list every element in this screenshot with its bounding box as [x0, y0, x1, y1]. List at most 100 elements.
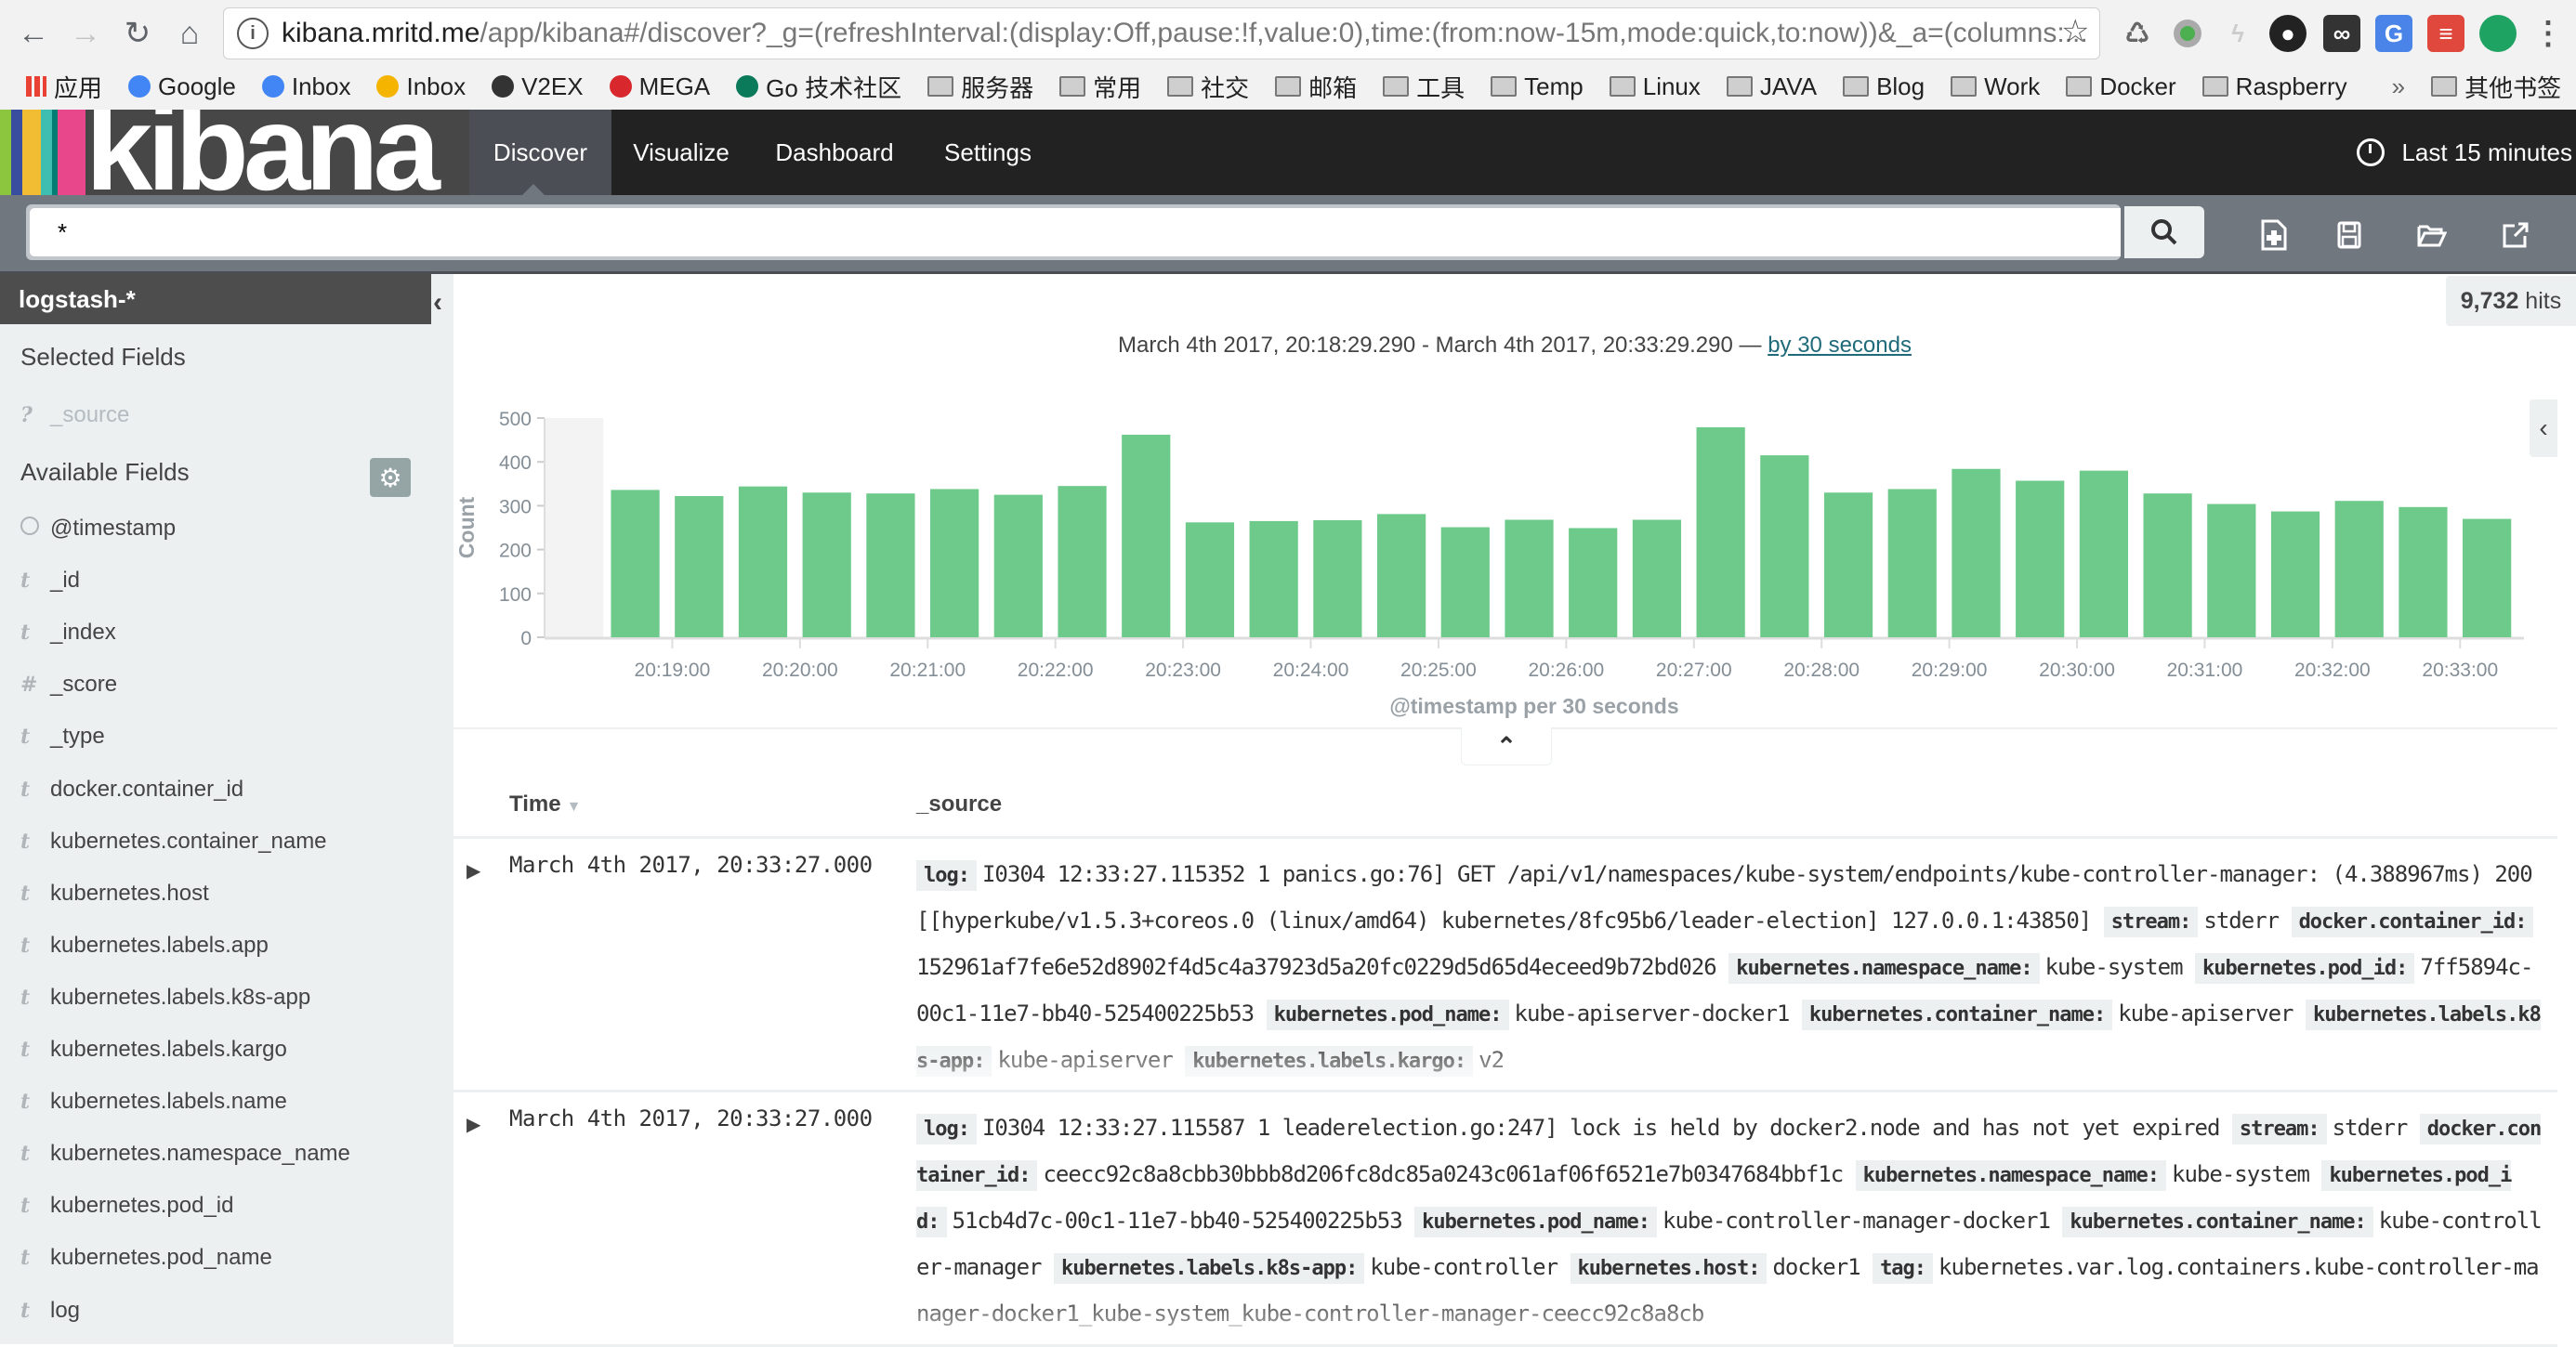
histogram-bar	[1632, 519, 1682, 637]
field-item[interactable]: t kubernetes.namespace_name	[20, 1135, 350, 1172]
field-item[interactable]: t _index	[20, 614, 116, 651]
field-item[interactable]: t kubernetes.labels.name	[20, 1083, 287, 1120]
chat-extension-icon[interactable]	[2479, 15, 2517, 52]
menu-kebab-icon[interactable]: ⋮	[2530, 15, 2567, 52]
expand-row-caret-icon[interactable]: ▶	[467, 859, 480, 883]
bookmark-item[interactable]: Inbox	[376, 72, 466, 101]
field-item[interactable]: t kubernetes.labels.kargo	[20, 1031, 287, 1068]
source-field-key: tag:	[1873, 1253, 1934, 1284]
github-extension-icon[interactable]: ●	[2269, 15, 2307, 52]
histogram-bar	[2079, 470, 2128, 637]
back-button[interactable]: ←	[13, 13, 54, 54]
field-item[interactable]: t kubernetes.container_name	[20, 823, 327, 860]
field-item[interactable]: t docker.container_id	[20, 771, 243, 808]
table-row[interactable]: ▶ March 4th 2017, 20:33:27.000 log: I0304 1…	[453, 1092, 2557, 1347]
bookmark-item[interactable]: Work	[1951, 72, 2040, 101]
collapse-chart-chevron-up-icon[interactable]: ⌃	[1461, 727, 1552, 765]
expand-row-caret-icon[interactable]: ▶	[467, 1113, 480, 1136]
bookmark-item[interactable]: 服务器	[927, 70, 1033, 104]
tab-discover[interactable]: Discover	[469, 110, 611, 195]
legend-toggle-chevron-icon[interactable]: ‹	[2530, 399, 2557, 457]
bookmark-item[interactable]: Linux	[1609, 72, 1701, 101]
address-bar[interactable]: i kibana.mritd.me/app/kibana#/discover?_…	[223, 7, 2100, 59]
y-tick-label: 300	[499, 496, 532, 517]
column-header-time[interactable]: Time ▼	[509, 791, 581, 817]
string-type-icon: t	[20, 725, 31, 750]
interval-link[interactable]: by 30 seconds	[1768, 333, 1912, 358]
search-button[interactable]	[2124, 206, 2204, 258]
bookmark-item[interactable]: 社交	[1167, 70, 1249, 104]
bookmark-item[interactable]: JAVA	[1726, 72, 1817, 101]
table-row[interactable]: ▶ March 4th 2017, 20:33:27.000 log: I0304 1…	[453, 839, 2557, 1092]
tab-visualize[interactable]: Visualize	[611, 110, 751, 195]
other-bookmarks[interactable]: 其他书签	[2431, 70, 2561, 104]
bookmark-item[interactable]: Go 技术社区	[736, 70, 901, 104]
todoist-extension-icon[interactable]: ≡	[2427, 15, 2464, 52]
bookmark-item[interactable]: Blog	[1843, 72, 1925, 101]
share-search-button[interactable]	[2492, 212, 2539, 258]
info-icon[interactable]: i	[237, 18, 269, 49]
more-bookmarks-chevron-icon[interactable]: »	[2392, 72, 2405, 101]
active-tab-caret	[522, 184, 545, 195]
bookmark-item[interactable]: V2EX	[492, 72, 584, 101]
field-item[interactable]: t _type	[20, 718, 105, 755]
histogram-bar	[2334, 501, 2384, 637]
bookmark-star-icon[interactable]: ☆	[2061, 13, 2089, 50]
new-search-button[interactable]	[2251, 212, 2297, 258]
green-dot-extension-icon[interactable]	[2169, 15, 2206, 52]
reload-button[interactable]: ↻	[117, 13, 158, 54]
y-tick-label: 100	[499, 584, 532, 606]
bookmark-item[interactable]: Inbox	[261, 72, 350, 101]
save-search-button[interactable]	[2326, 212, 2372, 258]
string-type-icon: t	[20, 829, 31, 854]
bookmark-item[interactable]: 常用	[1059, 70, 1141, 104]
x-tick-label: 20:33:00	[2422, 660, 2498, 681]
bookmark-item[interactable]: 应用	[26, 70, 102, 104]
external-link-icon	[2503, 222, 2529, 248]
kibana-logo[interactable]: kibana	[0, 110, 469, 195]
tab-dashboard[interactable]: Dashboard	[751, 110, 918, 195]
glasses-extension-icon[interactable]: ∞	[2323, 15, 2360, 52]
bookmark-item[interactable]: Google	[128, 72, 236, 101]
field-item[interactable]: t kubernetes.labels.k8s-app	[20, 979, 310, 1016]
recycle-extension-icon[interactable]: ♺	[2119, 15, 2156, 52]
source-field-key: log:	[916, 1114, 977, 1144]
lightning-extension-icon[interactable]: ϟ	[2219, 15, 2256, 52]
index-pattern-selector[interactable]: logstash-*	[0, 274, 431, 324]
google-translate-extension-icon[interactable]: G	[2375, 15, 2412, 52]
field-item[interactable]: t kubernetes.host	[20, 875, 209, 912]
field-settings-gear-icon[interactable]: ⚙	[370, 458, 411, 497]
forward-button[interactable]: →	[65, 13, 106, 54]
field-item[interactable]: # _score	[20, 666, 117, 703]
field-item[interactable]: t _id	[20, 562, 80, 599]
save-floppy-icon	[2337, 221, 2361, 249]
histogram-bar	[1952, 468, 2001, 637]
tab-settings[interactable]: Settings	[918, 110, 1058, 195]
bookmark-item[interactable]: Raspberry	[2201, 72, 2347, 101]
field-item[interactable]: t kubernetes.labels.app	[20, 927, 269, 964]
histogram-bar	[1505, 519, 1554, 637]
string-type-icon: t	[20, 621, 31, 646]
bookmark-item[interactable]: 工具	[1383, 70, 1465, 104]
field-item[interactable]: t kubernetes.pod_id	[20, 1187, 233, 1224]
open-search-button[interactable]	[2409, 212, 2455, 258]
home-button[interactable]: ⌂	[169, 13, 210, 54]
bookmark-item[interactable]: 邮箱	[1275, 70, 1357, 104]
y-axis-title: Count	[454, 496, 479, 558]
field-item[interactable]: @timestamp	[20, 510, 176, 547]
source-field-key: kubernetes.labels.k8s-app:	[1053, 1253, 1365, 1284]
time-picker[interactable]: Last 15 minutes	[2357, 110, 2576, 195]
field-name: docker.container_id	[50, 776, 244, 802]
sort-down-icon[interactable]: ▼	[567, 799, 582, 815]
field-name: kubernetes.namespace_name	[50, 1141, 350, 1167]
field-name: _score	[50, 672, 118, 698]
bookmark-item[interactable]: Docker	[2066, 72, 2176, 101]
collapse-sidebar-chevron-icon[interactable]: ‹	[433, 287, 442, 319]
field-item[interactable]: t kubernetes.pod_name	[20, 1239, 272, 1276]
field-item[interactable]: t log	[20, 1292, 80, 1329]
field-name: kubernetes.labels.kargo	[50, 1037, 287, 1062]
bookmark-item[interactable]: Temp	[1491, 72, 1584, 101]
query-input[interactable]	[30, 208, 2121, 256]
field-item[interactable]: ? _source	[20, 397, 129, 434]
bookmark-item[interactable]: MEGA	[609, 72, 710, 101]
